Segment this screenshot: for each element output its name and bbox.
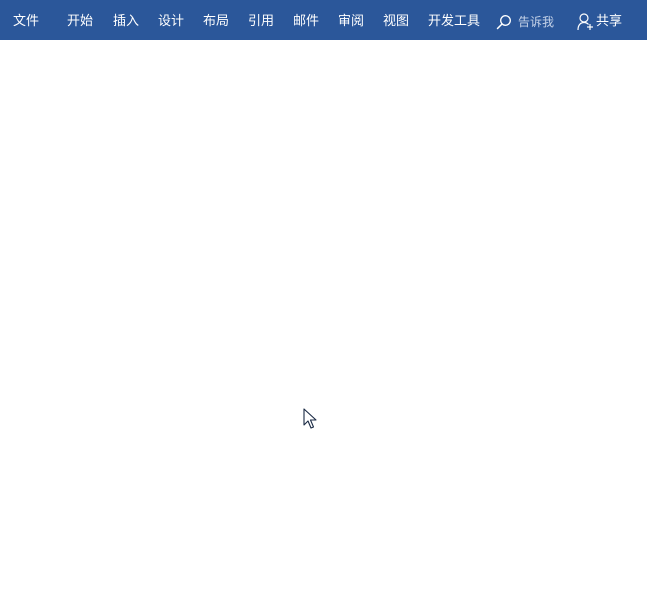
tab-view[interactable]: 视图 [383,0,409,40]
person-add-icon [577,13,593,31]
tab-review[interactable]: 审阅 [338,0,364,40]
search-icon [496,15,511,30]
share-label: 共享 [596,14,623,29]
ribbon-tab-bar: 文件 开始 插入 设计 布局 引用 邮件 审阅 视图 开发工具 告诉我 共享 [0,0,647,40]
tab-developer[interactable]: 开发工具 [428,0,480,40]
tab-mailings[interactable]: 邮件 [293,0,319,40]
tab-design[interactable]: 设计 [158,0,184,40]
tab-layout[interactable]: 布局 [203,0,229,40]
arrow-pointer-icon [303,408,317,429]
tell-me-label: 告诉我 [518,15,555,29]
tab-file[interactable]: 文件 [13,0,39,40]
tab-insert[interactable]: 插入 [113,0,139,40]
tab-home[interactable]: 开始 [67,0,93,40]
tab-references[interactable]: 引用 [248,0,274,40]
document-canvas[interactable] [0,40,647,595]
